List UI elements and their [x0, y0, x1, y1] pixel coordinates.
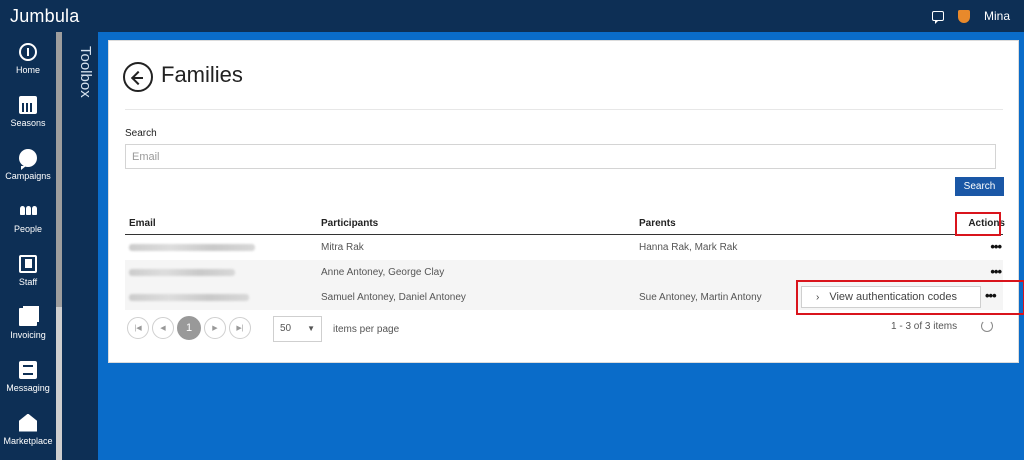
- column-header-parents[interactable]: Parents: [639, 218, 676, 229]
- divider: [125, 109, 1003, 110]
- nav-item-label: Messaging: [6, 382, 50, 393]
- table-row[interactable]: Mitra Rak Hanna Rak, Mark Rak: [125, 235, 1003, 260]
- column-header-participants[interactable]: Participants: [321, 218, 378, 229]
- page-number-button[interactable]: 1: [177, 316, 201, 340]
- shield-icon: [957, 9, 970, 23]
- families-card: Families Search Search Email Participant…: [108, 40, 1024, 363]
- participants-cell: Mitra Rak: [321, 242, 364, 253]
- people-icon: [19, 202, 37, 220]
- invoice-icon: [19, 307, 37, 326]
- staff-icon: [19, 254, 37, 273]
- home-icon: [19, 42, 37, 61]
- table-header: Email Participants Parents Actions: [125, 211, 1005, 235]
- nav-item-label: People: [13, 223, 43, 234]
- nav-item-label: Marketplace: [3, 435, 53, 446]
- redacted-email: [129, 244, 255, 251]
- calendar-icon: [19, 95, 37, 114]
- next-page-icon[interactable]: ▶: [204, 317, 226, 339]
- nav-item-invoicing[interactable]: Invoicing: [0, 297, 56, 350]
- nav-item-staff[interactable]: Staff: [0, 244, 56, 297]
- nav-item-home[interactable]: Home: [0, 32, 56, 85]
- message-icon: [19, 360, 37, 379]
- nav-item-people[interactable]: People: [0, 191, 56, 244]
- more-actions-icon[interactable]: [990, 239, 1001, 254]
- menu-item-view-authentication-codes[interactable]: › View authentication codes: [801, 286, 981, 308]
- column-header-email[interactable]: Email: [129, 218, 156, 229]
- page-size-select[interactable]: 50 ▼: [273, 316, 322, 342]
- top-bar-actions: Mina: [931, 0, 1010, 32]
- redacted-email: [129, 269, 235, 276]
- nav-item-marketplace[interactable]: Marketplace: [0, 403, 56, 456]
- user-name: Mina: [983, 9, 1010, 23]
- search-button[interactable]: Search: [955, 177, 1004, 196]
- participants-cell: Samuel Antoney, Daniel Antoney: [321, 292, 466, 303]
- page-title: Families: [161, 62, 243, 87]
- left-nav: Home Seasons Campaigns People Staff Invo…: [0, 32, 56, 460]
- search-input[interactable]: [125, 144, 996, 169]
- parents-cell: Sue Antoney, Martin Antony: [639, 292, 762, 303]
- participants-cell: Anne Antoney, George Clay: [321, 267, 445, 278]
- toolbox-panel[interactable]: Toolbox: [62, 32, 98, 460]
- nav-item-label: Invoicing: [10, 329, 46, 340]
- toolbox-label: Toolbox: [77, 46, 94, 98]
- page-size-value: 50: [280, 323, 292, 334]
- last-page-icon[interactable]: ▶|: [229, 317, 251, 339]
- nav-item-campaigns[interactable]: Campaigns: [0, 138, 56, 191]
- marketplace-icon: [19, 413, 37, 432]
- item-count: 1 - 3 of 3 items: [891, 321, 958, 332]
- refresh-icon[interactable]: [981, 320, 993, 332]
- chat-icon[interactable]: [931, 11, 944, 24]
- chevron-right-icon: ›: [816, 291, 820, 303]
- top-bar: Jumbula Mina: [0, 0, 1024, 32]
- nav-item-label: Home: [15, 64, 40, 75]
- menu-item-label: View authentication codes: [829, 291, 957, 303]
- nav-item-seasons[interactable]: Seasons: [0, 85, 56, 138]
- search-label: Search: [125, 128, 157, 139]
- pagination: |◀ ◀ 1 ▶ ▶|: [127, 316, 251, 340]
- redacted-email: [129, 294, 249, 301]
- back-arrow-icon[interactable]: [123, 62, 153, 92]
- first-page-icon[interactable]: |◀: [127, 317, 149, 339]
- nav-item-label: Seasons: [10, 117, 46, 128]
- more-actions-icon[interactable]: [985, 288, 996, 303]
- actions-highlight: [955, 212, 1001, 236]
- more-actions-icon[interactable]: [990, 264, 1001, 279]
- prev-page-icon[interactable]: ◀: [152, 317, 174, 339]
- parents-cell: Hanna Rak, Mark Rak: [639, 242, 738, 253]
- user-menu[interactable]: Mina: [957, 9, 1010, 23]
- nav-item-label: Staff: [18, 276, 38, 287]
- brand-logo[interactable]: Jumbula: [0, 6, 79, 27]
- caret-down-icon: ▼: [307, 324, 315, 333]
- nav-item-label: Campaigns: [5, 170, 51, 181]
- nav-item-messaging[interactable]: Messaging: [0, 350, 56, 403]
- items-per-page-label: items per page: [333, 324, 400, 335]
- speech-bubble-icon: [19, 148, 37, 170]
